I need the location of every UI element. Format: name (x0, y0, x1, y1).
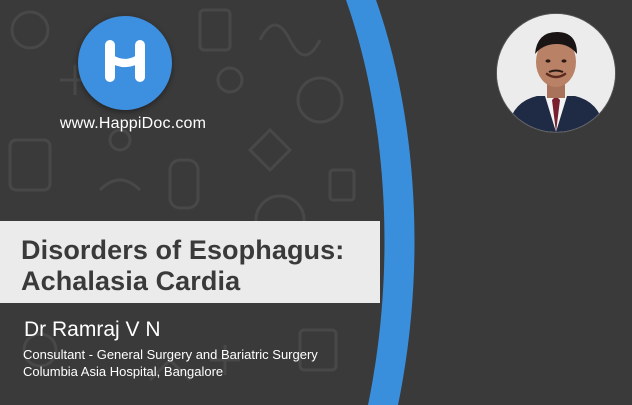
happidoc-logo (78, 16, 172, 110)
speaker-organization: Columbia Asia Hospital, Bangalore (23, 364, 224, 379)
happidoc-h-logo-icon (105, 40, 145, 82)
speaker-name: Dr Ramraj V N (24, 318, 161, 341)
speaker-portrait-icon (497, 14, 615, 132)
slide-title-line-1: Disorders of Esophagus: (21, 235, 345, 265)
website-url[interactable]: www.HappiDoc.com (38, 115, 228, 133)
speaker-portrait (497, 14, 615, 132)
speaker-role: Consultant - General Surgery and Bariatr… (23, 347, 318, 362)
title-band: Disorders of Esophagus: Achalasia Cardia (0, 221, 380, 303)
slide-title-line-2: Achalasia Cardia (21, 266, 241, 296)
slide-canvas: www.HappiDoc.com Disorders of Esophagus:… (0, 0, 632, 405)
